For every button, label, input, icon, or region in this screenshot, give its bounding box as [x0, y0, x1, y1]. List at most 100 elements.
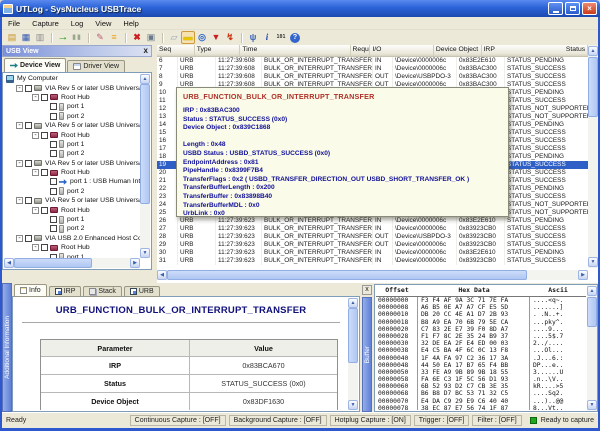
- scrollbar-thumb[interactable]: [14, 258, 92, 268]
- hex-row[interactable]: 00000010 DB 20 CC 4E A1 D7 2B 93 . .N..+…: [376, 311, 586, 318]
- grid-row[interactable]: 29 URB 11:27:39:623 BULK_OR_INTERRUPT_TR…: [157, 241, 588, 249]
- tree-item[interactable]: - port 1: [4, 140, 140, 149]
- grid-column-header[interactable]: Type: [195, 45, 241, 56]
- info-button[interactable]: i: [260, 31, 274, 44]
- hex-row[interactable]: 00000078 38 EC 87 E7 56 74 1F 87 8...Vt.…: [376, 405, 586, 410]
- tree-checkbox[interactable]: [50, 216, 57, 223]
- scroll-down-icon[interactable]: ▼: [140, 248, 150, 258]
- open-button[interactable]: ▤: [5, 31, 19, 44]
- hex-panel-close-icon[interactable]: x: [362, 285, 372, 295]
- tab-device-view[interactable]: Device View: [4, 58, 66, 72]
- tree-checkbox[interactable]: [25, 122, 32, 129]
- delete-button[interactable]: ✖: [130, 31, 144, 44]
- usb-plug-button[interactable]: ψ: [246, 31, 260, 44]
- scroll-down-icon[interactable]: ▼: [588, 257, 598, 267]
- tree-expander-icon[interactable]: -: [32, 169, 39, 176]
- tree-item[interactable]: - port 1 : USB Human Interface D: [4, 177, 140, 186]
- grid-row[interactable]: 6 URB 11:27:39:608 BULK_OR_INTERRUPT_TRA…: [157, 57, 588, 65]
- tree-item[interactable]: - port 1: [4, 215, 140, 224]
- hex-row[interactable]: 00000030 32 DE EA 2F E4 ED 00 03 2../...…: [376, 340, 586, 347]
- scroll-down-icon[interactable]: ▼: [348, 400, 358, 410]
- grid-column-header[interactable]: IRP: [482, 45, 564, 56]
- tree-item[interactable]: - VIA Rev 5 or later USB Universal Host …: [4, 196, 140, 205]
- tree-checkbox[interactable]: [50, 150, 57, 157]
- tree-checkbox[interactable]: [25, 235, 32, 242]
- pause-capture-button[interactable]: ▮▮: [70, 31, 84, 44]
- grid-row[interactable]: 31 URB 11:27:39:623 BULK_OR_INTERRUPT_TR…: [157, 257, 588, 265]
- export-button[interactable]: ▥: [33, 31, 47, 44]
- tree-checkbox[interactable]: [50, 225, 57, 232]
- grid-row[interactable]: 28 URB 11:27:39:623 BULK_OR_INTERRUPT_TR…: [157, 233, 588, 241]
- tooltip-toggle-button[interactable]: ▬: [181, 31, 195, 44]
- tree-item[interactable]: - Root Hub: [4, 130, 140, 139]
- tab-driver-view[interactable]: Driver View: [67, 60, 125, 72]
- tree-item[interactable]: - port 2: [4, 112, 140, 121]
- grid-row[interactable]: 7 URB 11:27:39:608 BULK_OR_INTERRUPT_TRA…: [157, 65, 588, 73]
- hex-row[interactable]: 00000060 6B 52 93 D2 C7 CB 3E 35 kR....>…: [376, 383, 586, 390]
- hex-row[interactable]: 00000018 B8 A9 EA 70 6B 79 5E CA ...pky^…: [376, 319, 586, 326]
- grid-column-header[interactable]: I/O: [370, 45, 434, 56]
- edit-log-button[interactable]: ✎: [93, 31, 107, 44]
- tree-item[interactable]: - Root Hub: [4, 93, 140, 102]
- trigger-button[interactable]: ↯: [223, 31, 237, 44]
- scrollbar-thumb[interactable]: [587, 297, 597, 327]
- tree-expander-icon[interactable]: -: [32, 244, 39, 251]
- tree-item[interactable]: - VIA Rev 5 or later USB Universal Host …: [4, 159, 140, 168]
- tree-item[interactable]: - VIA USB 2.0 Enhanced Host Controller: [4, 234, 140, 243]
- log-options-button[interactable]: ≡: [107, 31, 121, 44]
- grid-row[interactable]: 8 URB 11:27:39:608 BULK_OR_INTERRUPT_TRA…: [157, 73, 588, 81]
- filter-button[interactable]: ▼: [209, 31, 223, 44]
- scroll-right-icon[interactable]: ▶: [130, 258, 140, 268]
- tree-item[interactable]: - port 2: [4, 149, 140, 158]
- grid-column-header[interactable]: Seq: [157, 45, 195, 56]
- tree-checkbox[interactable]: [25, 197, 32, 204]
- tree-expander-icon[interactable]: -: [16, 85, 23, 92]
- hex-row[interactable]: 00000058 FA 6E C3 1F 5C 56 D1 93 .n..\V.…: [376, 376, 586, 383]
- grid-column-header[interactable]: Device Object: [434, 45, 482, 56]
- tree-checkbox[interactable]: [41, 169, 48, 176]
- scroll-down-icon[interactable]: ▼: [587, 400, 597, 410]
- tree-item[interactable]: - port 1: [4, 102, 140, 111]
- grid-column-header[interactable]: Status: [564, 45, 588, 56]
- usb-view-close-icon[interactable]: x: [144, 47, 148, 55]
- hex-row[interactable]: 00000038 E4 C5 BA 4F 6C 0C 13 F8 ...Ol..…: [376, 347, 586, 354]
- tab-info[interactable]: Info: [14, 284, 47, 297]
- tree-item[interactable]: - Root Hub: [4, 168, 140, 177]
- tree-expander-icon[interactable]: -: [16, 235, 23, 242]
- grid-horizontal-scrollbar[interactable]: ◀ ▶: [157, 270, 588, 280]
- title-bar[interactable]: UTLog - SysNucleus USBTrace ×: [0, 0, 600, 17]
- grid-row[interactable]: 27 URB 11:27:39:623 BULK_OR_INTERRUPT_TR…: [157, 225, 588, 233]
- tree-expander-icon[interactable]: -: [16, 197, 23, 204]
- tree-checkbox[interactable]: [25, 160, 32, 167]
- info-vertical-scrollbar[interactable]: ▲ ▼: [348, 298, 358, 410]
- scroll-left-icon[interactable]: ◀: [157, 270, 167, 280]
- tree-checkbox[interactable]: [41, 207, 48, 214]
- menu-file[interactable]: File: [2, 19, 26, 28]
- tab-stack[interactable]: Stack: [83, 286, 122, 297]
- close-button[interactable]: ×: [582, 2, 597, 15]
- tree-checkbox[interactable]: [50, 113, 57, 120]
- tab-irp[interactable]: IRP: [49, 286, 82, 297]
- grid-row[interactable]: 30 URB 11:27:39:623 BULK_OR_INTERRUPT_TR…: [157, 249, 588, 257]
- tree-item[interactable]: - port 2: [4, 187, 140, 196]
- tree-checkbox[interactable]: [41, 132, 48, 139]
- scroll-up-icon[interactable]: ▲: [348, 298, 358, 308]
- hex-row[interactable]: 00000008 A6 B5 0E A7 A7 CF E5 5D .......…: [376, 304, 586, 311]
- scrollbar-thumb[interactable]: [140, 84, 150, 204]
- tree-checkbox[interactable]: [25, 85, 32, 92]
- scrollbar-thumb[interactable]: [167, 270, 527, 280]
- tree-item[interactable]: - VIA Rev 5 or later USB Universal Host …: [4, 83, 140, 92]
- hex-row[interactable]: 00000020 C7 83 2E E7 39 F0 8D A7 ....9..…: [376, 326, 586, 333]
- hex-row[interactable]: 00000048 44 50 EA 17 B7 65 F4 BB DP...e.…: [376, 362, 586, 369]
- scroll-up-icon[interactable]: ▲: [588, 46, 598, 56]
- tree-vertical-scrollbar[interactable]: ▲ ▼: [140, 74, 150, 258]
- tree-horizontal-scrollbar[interactable]: ◀ ▶: [4, 258, 140, 268]
- tree-checkbox[interactable]: [41, 244, 48, 251]
- raw-data-button[interactable]: 101: [274, 31, 288, 44]
- hex-row[interactable]: 00000050 33 FE A9 9B 89 9B 18 55 3......…: [376, 369, 586, 376]
- tree-item[interactable]: - VIA Rev 5 or later USB Universal Host …: [4, 121, 140, 130]
- tree-checkbox[interactable]: [41, 94, 48, 101]
- save-button[interactable]: ▦: [19, 31, 33, 44]
- tree-item[interactable]: - My Computer: [4, 74, 140, 83]
- tree-expander-icon[interactable]: -: [16, 160, 23, 167]
